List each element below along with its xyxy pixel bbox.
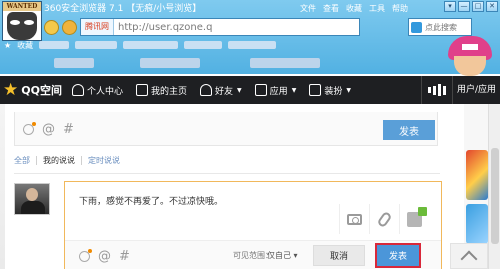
blurred-bookmark[interactable]: [228, 41, 277, 49]
nav-label: 装扮: [324, 86, 343, 97]
address-site-label[interactable]: 腾讯网: [81, 19, 114, 35]
blurred-tab[interactable]: [140, 58, 200, 68]
nav-apps[interactable]: 应用 ▼: [254, 84, 297, 97]
divider: [14, 173, 440, 174]
paperclip-icon: [376, 210, 393, 228]
post-text-input[interactable]: 下雨，感觉不再爱了。不过凉快哦。: [79, 194, 223, 207]
nav-personal-center[interactable]: 个人中心: [72, 84, 123, 97]
app-button[interactable]: [399, 204, 429, 234]
hashtag-icon[interactable]: #: [63, 122, 74, 137]
search-box[interactable]: [408, 18, 472, 36]
tab-scheduled-posts[interactable]: 定时说说: [82, 155, 126, 166]
person-icon: [72, 84, 84, 96]
search-engine-icon[interactable]: [411, 22, 422, 33]
menu-file[interactable]: 文件: [300, 2, 316, 16]
mention-icon[interactable]: @: [98, 249, 111, 264]
minimize-icon[interactable]: —: [458, 1, 470, 12]
blurred-bookmark[interactable]: [75, 41, 118, 49]
home-icon: [136, 84, 149, 96]
menu-help[interactable]: 帮助: [392, 2, 408, 16]
top-publish-button[interactable]: 发表: [383, 120, 435, 140]
chevron-up-icon: [460, 250, 478, 268]
qzone-logo[interactable]: ★ QQ空间: [0, 79, 72, 100]
browser-chrome: WANTED 360安全浏览器 7.1 【无痕/小号浏览】 文件 查看 收藏 工…: [0, 0, 500, 76]
address-url[interactable]: http://user.qzone.q: [114, 22, 212, 33]
left-margin: [0, 104, 5, 269]
nav-my-homepage[interactable]: 我的主页: [136, 84, 187, 97]
close-icon[interactable]: ✕: [486, 1, 498, 12]
tab-my-posts[interactable]: 我的说说: [37, 155, 81, 166]
media-buttons: [339, 204, 429, 234]
composer-toolbar: @ # 可见范围： 仅自己 ▾ 取消 发表: [65, 240, 441, 269]
user-menu[interactable]: 用户/应用: [451, 76, 500, 104]
nav-label: 好友: [215, 86, 234, 97]
publish-button[interactable]: 发表: [377, 245, 419, 266]
camera-icon: [347, 213, 362, 225]
user-avatar[interactable]: [14, 183, 50, 215]
nav-label: 个人中心: [87, 86, 124, 97]
back-to-top-button[interactable]: [450, 243, 488, 269]
post-composer: 下雨，感觉不再爱了。不过凉快哦。 @ # 可见范围： 仅自己 ▾ 取消 发表: [64, 181, 442, 269]
feed-tabs: 全部 我的说说 定时说说: [14, 155, 126, 166]
blurred-bookmark[interactable]: [123, 41, 179, 49]
qzone-logo-text: QQ空间: [21, 84, 62, 97]
blurred-tab[interactable]: [250, 58, 320, 68]
chevron-down-icon: ▼: [346, 86, 351, 94]
tab-strip: [0, 53, 440, 73]
page-scrollbar[interactable]: [488, 104, 500, 269]
tab-all[interactable]: 全部: [14, 155, 36, 166]
profile-avatar[interactable]: WANTED: [2, 1, 42, 41]
app-plus-icon: [407, 206, 427, 227]
scrollbar-thumb[interactable]: [491, 148, 499, 244]
straw-hat-icon[interactable]: [62, 19, 77, 35]
favorites-label[interactable]: 收藏: [17, 40, 33, 51]
address-bar[interactable]: 腾讯网 http://user.qzone.q: [80, 18, 360, 36]
publish-highlight: 发表: [375, 243, 421, 268]
mask-icon: [7, 12, 37, 40]
cancel-button[interactable]: 取消: [313, 245, 365, 266]
sunglasses-emoji-icon[interactable]: [44, 19, 59, 35]
qzone-topbar-right: 用户/应用: [420, 76, 500, 104]
blurred-bookmark[interactable]: [184, 41, 223, 49]
favorites-bar: ★ 收藏: [0, 38, 440, 52]
window-title: 360安全浏览器 7.1 【无痕/小号浏览】: [44, 4, 202, 14]
emoji-icon[interactable]: [23, 122, 36, 135]
qzone-star-icon: ★: [3, 79, 19, 100]
nav-label: 我的主页: [151, 86, 188, 97]
qzone-topbar: ★ QQ空间 个人中心 我的主页 好友 ▼ 应用 ▼ 装扮 ▼ 用户/应用: [0, 76, 500, 104]
menu-tools[interactable]: 工具: [369, 2, 385, 16]
nav-label: 应用: [269, 86, 288, 97]
maximize-icon[interactable]: □: [472, 1, 484, 12]
shirt-icon: [309, 84, 322, 96]
menu-bar: 文件 查看 收藏 工具 帮助: [300, 2, 408, 16]
nav-friends[interactable]: 好友 ▼: [200, 84, 242, 97]
blurred-bookmark[interactable]: [39, 41, 70, 49]
mention-icon[interactable]: @: [42, 122, 55, 137]
emoji-icon[interactable]: [79, 249, 92, 262]
dropdown-icon[interactable]: ▾: [444, 1, 456, 12]
menu-view[interactable]: 查看: [323, 2, 339, 16]
attachment-button[interactable]: [369, 204, 399, 234]
menu-favorites[interactable]: 收藏: [346, 2, 362, 16]
nav-dress-up[interactable]: 装扮 ▼: [309, 84, 351, 97]
window-controls: ▾ — □ ✕: [444, 1, 498, 12]
chevron-down-icon: ▼: [291, 86, 297, 94]
signal-bars-icon[interactable]: [420, 76, 452, 104]
game-banner-image[interactable]: [466, 150, 488, 200]
friends-icon: [200, 84, 213, 96]
hashtag-icon[interactable]: #: [119, 249, 130, 264]
wanted-label: WANTED: [3, 2, 41, 11]
apps-grid-icon: [254, 84, 267, 96]
blurred-tab[interactable]: [54, 58, 94, 68]
photo-button[interactable]: [339, 204, 369, 234]
chopper-mascot-icon: [444, 36, 496, 78]
visibility-select[interactable]: 仅自己 ▾: [267, 250, 298, 261]
star-icon[interactable]: ★: [4, 41, 11, 50]
game-banner-image[interactable]: [466, 204, 488, 244]
chevron-down-icon: ▼: [237, 86, 242, 94]
top-composer-toolbar: @ # 发表: [14, 112, 438, 146]
